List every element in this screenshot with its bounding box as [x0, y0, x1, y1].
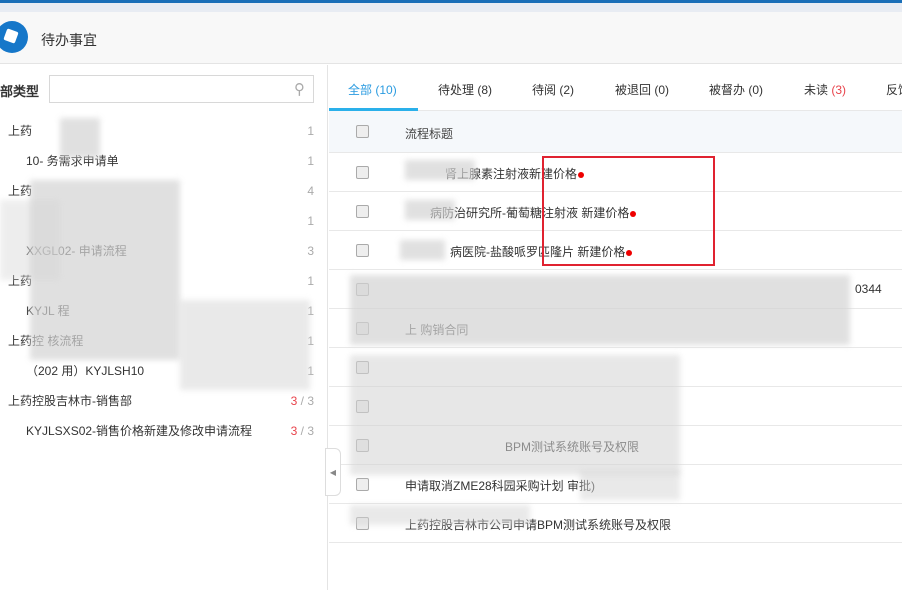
tree-node-label: （202 用）KYJLSH10	[26, 364, 145, 378]
tab-label: 待处理	[438, 83, 475, 97]
row-checkbox[interactable]	[356, 478, 369, 491]
app-header: 待办事宜	[0, 12, 902, 64]
tab-label: 被退回	[615, 83, 652, 97]
redaction	[350, 355, 680, 475]
tree-node-label: 上药控股吉林市-销售部	[8, 394, 132, 408]
search-icon[interactable]: ⚲	[294, 80, 305, 98]
redaction	[400, 240, 445, 260]
tab-label: 待阅	[532, 83, 557, 97]
tab-6[interactable]: 反馈	[886, 81, 902, 98]
redaction	[0, 200, 60, 280]
tree-node-count: 3	[307, 244, 314, 258]
select-all-checkbox[interactable]	[356, 125, 369, 138]
tree-node-count: 1	[307, 214, 314, 228]
tab-label: 被督办	[709, 83, 746, 97]
redaction	[180, 300, 310, 390]
unread-count: 3	[290, 394, 298, 408]
tab-0[interactable]: 全部 (10)	[348, 81, 397, 98]
tab-count: (2)	[559, 83, 575, 97]
tree-node-count: 4	[307, 184, 314, 198]
row-checkbox[interactable]	[356, 166, 369, 179]
tree-node-count: 1	[307, 124, 314, 138]
tree-node-count: 1	[307, 154, 314, 168]
tab-count: (3)	[831, 83, 847, 97]
column-header-title: 流程标题	[405, 127, 454, 141]
page-title: 待办事宜	[41, 32, 97, 48]
tab-count: (0)	[748, 83, 764, 97]
redaction	[350, 505, 530, 525]
row-checkbox[interactable]	[356, 244, 369, 257]
table-header: 流程标题	[329, 111, 902, 153]
tab-3[interactable]: 被退回 (0)	[615, 81, 669, 98]
tab-count: (10)	[375, 83, 397, 97]
tab-2[interactable]: 待阅 (2)	[532, 81, 574, 98]
tab-4[interactable]: 被督办 (0)	[709, 81, 763, 98]
row-checkbox[interactable]	[356, 205, 369, 218]
tab-count: (0)	[654, 83, 670, 97]
tab-1[interactable]: 待处理 (8)	[438, 81, 492, 98]
tree-node[interactable]: 上药控股吉林市-销售部 3 / 3	[0, 386, 328, 416]
top-strip	[0, 3, 902, 12]
tree-node[interactable]: 上药 1	[0, 116, 328, 146]
tree-node-label: 上药	[8, 184, 33, 198]
redaction	[60, 118, 100, 158]
redaction	[350, 275, 850, 345]
tab-label: 反馈	[886, 83, 902, 97]
filter-tabs: 全部 (10) 待处理 (8) 待阅 (2) 被退回 (0) 被督办 (0) 未读 (3)…	[329, 65, 902, 111]
highlight-annotation-box	[542, 156, 715, 266]
app-logo-icon	[0, 21, 28, 53]
tab-count: (8)	[477, 83, 493, 97]
tree-node[interactable]: KYJLSXS02-销售价格新建及修改申请流程 3 / 3	[0, 416, 328, 446]
tree-node-count: 3 / 3	[290, 424, 314, 438]
redaction	[405, 200, 455, 220]
tab-label: 全部	[348, 83, 373, 97]
tree-node-count: 3 / 3	[290, 394, 314, 408]
tree-node-label: KYJLSXS02-销售价格新建及修改申请流程	[26, 424, 253, 438]
collapse-sidebar-button[interactable]: ◀	[325, 448, 341, 496]
tree-node[interactable]: 10- 务需求申请单 1	[0, 146, 328, 176]
tab-5[interactable]: 未读 (3)	[804, 81, 846, 98]
category-label: 部类型	[0, 84, 40, 99]
tab-label: 未读	[804, 83, 829, 97]
redaction	[580, 470, 680, 500]
row-title-link[interactable]: 申请取消ZME28科园采购计划 审批)	[405, 477, 595, 494]
category-search-input[interactable]: ⚲	[49, 75, 314, 103]
tree-node-label: 上药	[8, 124, 33, 138]
unread-count: 3	[290, 424, 298, 438]
tree-node-count: 1	[307, 274, 314, 288]
redaction	[405, 160, 475, 180]
